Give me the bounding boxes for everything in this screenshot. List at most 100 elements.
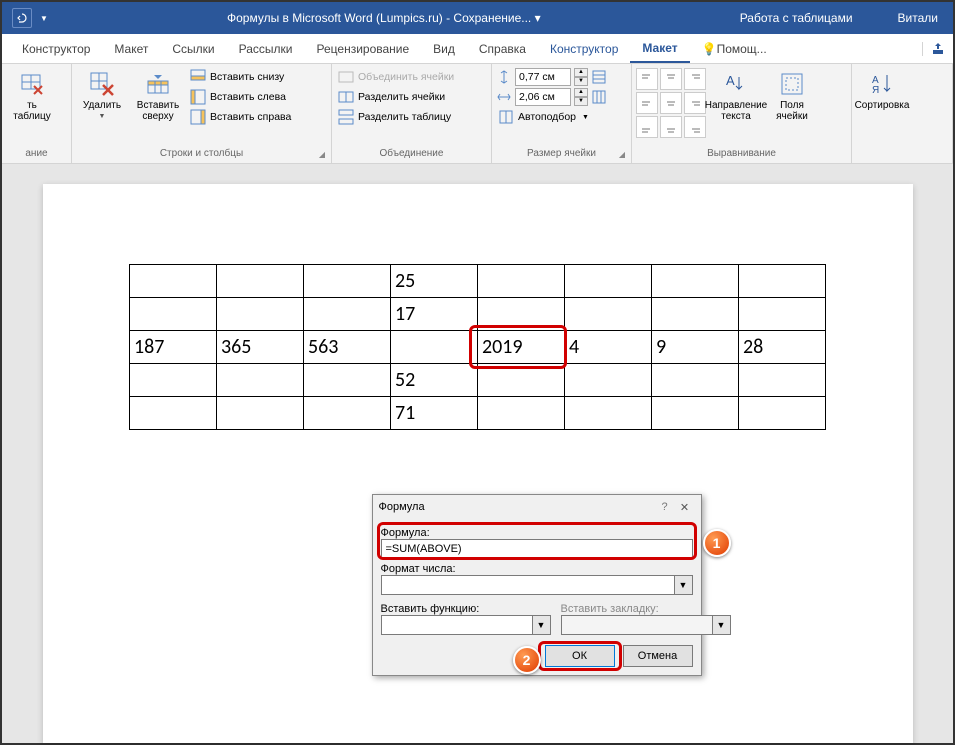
chevron-down-icon[interactable]: ▼	[713, 615, 731, 635]
erase-table-button[interactable]: ть таблицу	[6, 68, 58, 124]
dialog-title: Формула	[379, 501, 655, 513]
dialog-launcher-icon[interactable]: ◢	[619, 150, 625, 159]
tab-spravka[interactable]: Справка	[467, 34, 538, 63]
align-tl[interactable]	[636, 68, 658, 90]
table-row: 18736556320194928	[130, 331, 826, 364]
chevron-down-icon[interactable]: ▼	[533, 615, 551, 635]
cell-margins-label: Поля ячейки	[768, 100, 816, 122]
tab-maket[interactable]: Макет	[102, 34, 160, 63]
cell-margins-button[interactable]: Поля ячейки	[766, 68, 818, 124]
distribute-cols-icon[interactable]	[591, 89, 607, 105]
align-tr[interactable]	[684, 68, 706, 90]
autofit-button[interactable]: Автоподбор ▼	[496, 108, 607, 126]
tab-ssylki[interactable]: Ссылки	[160, 34, 226, 63]
word-table[interactable]: 25 17 18736556320194928 52 71	[129, 264, 826, 430]
tab-vid[interactable]: Вид	[421, 34, 467, 63]
split-table-label: Разделить таблицу	[358, 111, 451, 123]
svg-text:A: A	[726, 73, 735, 88]
row-height-input[interactable]	[515, 68, 571, 86]
sort-label: Сортировка	[855, 100, 910, 111]
help-icon[interactable]: ?	[655, 501, 675, 513]
callout-badge-1: 1	[703, 529, 731, 557]
autofit-label: Автоподбор	[518, 111, 576, 123]
tab-recenz[interactable]: Рецензирование	[305, 34, 422, 63]
align-mc[interactable]	[660, 92, 682, 114]
formula-label: Формула:	[381, 527, 693, 539]
context-tab-tabletools: Работа с таблицами	[710, 2, 883, 34]
table-row: 52	[130, 364, 826, 397]
tab-konstruktor[interactable]: Конструктор	[10, 34, 102, 63]
bookmark-input	[561, 615, 713, 635]
group-rowscols-label: Строки и столбцы	[160, 148, 243, 159]
dialog-launcher-icon[interactable]: ◢	[319, 150, 325, 159]
table-row: 25	[130, 265, 826, 298]
close-icon[interactable]: ✕	[675, 501, 695, 514]
row-height-icon	[496, 69, 512, 85]
ok-button[interactable]: ОК	[545, 645, 615, 667]
chevron-down-icon: ▼	[582, 114, 589, 121]
qat-dropdown-icon[interactable]: ▼	[40, 14, 48, 23]
delete-button[interactable]: Удалить ▼	[76, 68, 128, 122]
svg-text:Я: Я	[872, 85, 879, 96]
align-bc[interactable]	[660, 116, 682, 138]
func-input[interactable]	[381, 615, 533, 635]
align-bl[interactable]	[636, 116, 658, 138]
distribute-rows-icon[interactable]	[591, 69, 607, 85]
spinner-up[interactable]: ▲	[574, 68, 588, 77]
bookmark-label: Вставить закладку:	[561, 603, 731, 615]
align-br[interactable]	[684, 116, 706, 138]
insert-left-label: Вставить слева	[210, 91, 286, 103]
page: 25 17 18736556320194928 52 71 Формула ? …	[43, 184, 913, 743]
group-align-label: Выравнивание	[636, 148, 847, 161]
split-table-button[interactable]: Разделить таблицу	[336, 108, 456, 126]
spinner-down[interactable]: ▼	[574, 77, 588, 86]
tab-rassylki[interactable]: Рассылки	[227, 34, 305, 63]
user-name[interactable]: Витали	[883, 11, 953, 25]
align-tc[interactable]	[660, 68, 682, 90]
merge-cells-button: Объединить ячейки	[336, 68, 456, 86]
group-draw-label: ание	[6, 148, 67, 161]
ribbon: ть таблицу ание Удалить ▼ Вставить сверх…	[2, 64, 953, 164]
chevron-down-icon: ▼	[99, 113, 106, 120]
chevron-down-icon[interactable]: ▼	[675, 575, 693, 595]
spinner-down[interactable]: ▼	[574, 97, 588, 106]
cancel-button[interactable]: Отмена	[623, 645, 693, 667]
spinner-up[interactable]: ▲	[574, 88, 588, 97]
insert-below-button[interactable]: Вставить снизу	[188, 68, 293, 86]
formula-dialog: Формула ? ✕ Формула: Формат числа: ▼ Вст…	[372, 494, 702, 676]
share-icon[interactable]	[922, 42, 953, 56]
format-input[interactable]	[381, 575, 675, 595]
delete-label: Удалить	[83, 100, 121, 111]
split-cells-button[interactable]: Разделить ячейки	[336, 88, 456, 106]
col-width-icon	[496, 89, 512, 105]
split-cells-label: Разделить ячейки	[358, 91, 445, 103]
col-width-input[interactable]	[515, 88, 571, 106]
titlebar: ▼ Формулы в Microsoft Word (Lumpics.ru) …	[2, 2, 953, 34]
text-direction-label: Направление текста	[705, 100, 767, 122]
insert-below-label: Вставить снизу	[210, 71, 284, 83]
alignment-grid	[636, 68, 706, 138]
merge-cells-label: Объединить ячейки	[358, 71, 454, 83]
sort-button[interactable]: АЯ Сортировка	[856, 68, 908, 113]
document-area: 25 17 18736556320194928 52 71 Формула ? …	[2, 164, 953, 743]
align-mr[interactable]	[684, 92, 706, 114]
group-merge-label: Объединение	[336, 148, 487, 161]
insert-right-label: Вставить справа	[210, 111, 291, 123]
insert-above-label: Вставить сверху	[134, 100, 182, 122]
tab-konstruktor2[interactable]: Конструктор	[538, 34, 630, 63]
erase-table-label: ть таблицу	[8, 100, 56, 122]
insert-left-button[interactable]: Вставить слева	[188, 88, 293, 106]
tell-me-label: Помощ...	[717, 42, 767, 56]
format-label: Формат числа:	[381, 563, 693, 575]
text-direction-button[interactable]: A Направление текста	[710, 68, 762, 124]
tab-maket2[interactable]: Макет	[630, 34, 689, 63]
insert-right-button[interactable]: Вставить справа	[188, 108, 293, 126]
insert-above-button[interactable]: Вставить сверху	[132, 68, 184, 124]
group-size-label: Размер ячейки	[527, 148, 596, 159]
formula-input[interactable]	[381, 539, 693, 559]
undo-icon[interactable]	[12, 8, 32, 28]
tell-me[interactable]: 💡 Помощ...	[690, 34, 779, 63]
document-title: Формулы в Microsoft Word (Lumpics.ru) - …	[58, 11, 710, 25]
align-ml[interactable]	[636, 92, 658, 114]
func-label: Вставить функцию:	[381, 603, 551, 615]
